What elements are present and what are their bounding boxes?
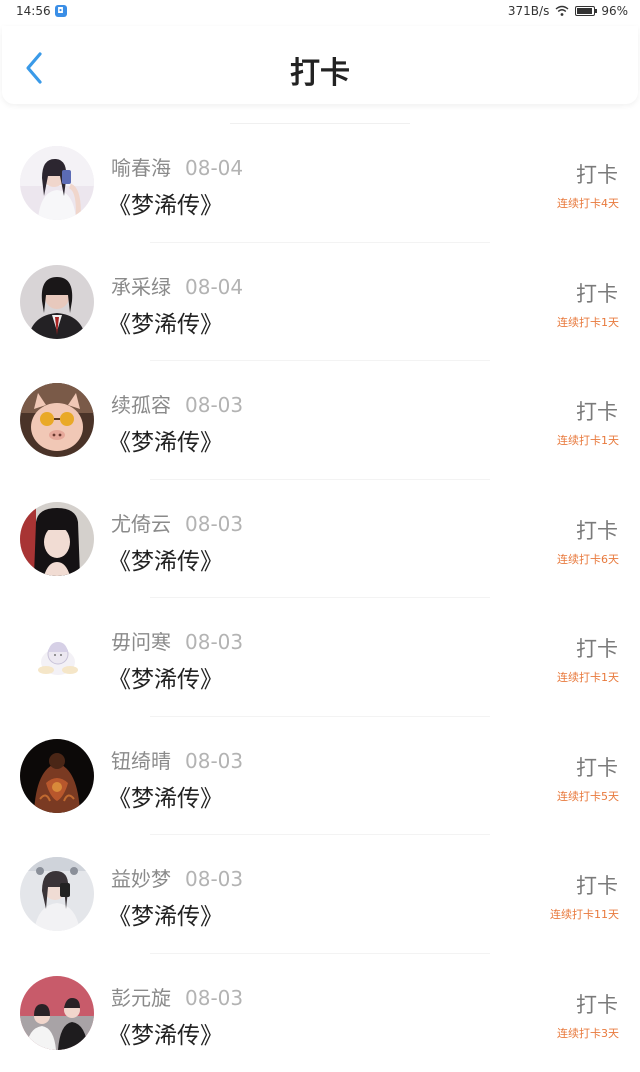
checkin-row[interactable]: 毋问寒 08-03 《梦浠传》 打卡 连续打卡1天 xyxy=(0,598,640,717)
streak-badge: 连续打卡3天 xyxy=(557,1025,619,1041)
avatar[interactable] xyxy=(20,502,94,576)
checkin-date: 08-04 xyxy=(185,275,243,299)
avatar[interactable] xyxy=(20,265,94,339)
status-bar: 14:56 ◘ 371B/s 96% xyxy=(0,0,640,24)
battery-icon xyxy=(575,6,595,16)
checkin-label: 打卡 xyxy=(576,515,618,545)
user-name-line: 益妙梦 08-03 xyxy=(111,863,243,892)
user-name-line: 续孤容 08-03 xyxy=(111,389,243,418)
status-left: 14:56 ◘ xyxy=(16,4,67,18)
book-title: 《梦浠传》 xyxy=(108,1016,223,1050)
avatar[interactable] xyxy=(20,857,94,931)
user-name-line: 承采绿 08-04 xyxy=(111,271,243,300)
user-name: 益妙梦 xyxy=(111,867,171,891)
avatar[interactable] xyxy=(20,620,94,694)
user-name: 尤倚云 xyxy=(111,512,171,536)
book-title: 《梦浠传》 xyxy=(108,779,223,813)
streak-badge: 连续打卡1天 xyxy=(557,669,619,685)
checkin-row[interactable]: 喻春海 08-04 《梦浠传》 打卡 连续打卡4天 xyxy=(0,124,640,243)
checkin-date: 08-03 xyxy=(185,393,243,417)
avatar[interactable] xyxy=(20,976,94,1050)
app-notification-icon: ◘ xyxy=(55,5,67,17)
user-name: 毋问寒 xyxy=(111,630,171,654)
user-name: 承采绿 xyxy=(111,275,171,299)
streak-badge: 连续打卡1天 xyxy=(557,432,619,448)
checkin-date: 08-04 xyxy=(185,156,243,180)
user-name: 续孤容 xyxy=(111,393,171,417)
user-name-line: 尤倚云 08-03 xyxy=(111,508,243,537)
checkin-label: 打卡 xyxy=(576,159,618,189)
book-title: 《梦浠传》 xyxy=(108,897,223,931)
user-name-line: 喻春海 08-04 xyxy=(111,152,243,181)
user-name-line: 钮绮晴 08-03 xyxy=(111,745,243,774)
user-name: 彭元旋 xyxy=(111,986,171,1010)
book-title: 《梦浠传》 xyxy=(108,305,223,339)
checkin-row[interactable]: 续孤容 08-03 《梦浠传》 打卡 连续打卡1天 xyxy=(0,361,640,480)
checkin-date: 08-03 xyxy=(185,512,243,536)
streak-badge: 连续打卡5天 xyxy=(557,788,619,804)
checkin-list: 喻春海 08-04 《梦浠传》 打卡 连续打卡4天 承采绿 08-04 《梦浠传》 … xyxy=(0,124,640,1072)
network-speed: 371B/s xyxy=(508,4,549,18)
streak-badge: 连续打卡4天 xyxy=(557,195,619,211)
checkin-row[interactable]: 尤倚云 08-03 《梦浠传》 打卡 连续打卡6天 xyxy=(0,480,640,599)
book-title: 《梦浠传》 xyxy=(108,186,223,220)
user-name-line: 毋问寒 08-03 xyxy=(111,626,243,655)
checkin-date: 08-03 xyxy=(185,749,243,773)
checkin-row[interactable]: 钮绮晴 08-03 《梦浠传》 打卡 连续打卡5天 xyxy=(0,717,640,836)
user-name: 喻春海 xyxy=(111,156,171,180)
checkin-row[interactable]: 彭元旋 08-03 《梦浠传》 打卡 连续打卡3天 xyxy=(0,954,640,1072)
checkin-label: 打卡 xyxy=(576,989,618,1019)
battery-level: 96% xyxy=(601,4,628,18)
checkin-date: 08-03 xyxy=(185,630,243,654)
page-title: 打卡 xyxy=(2,48,638,92)
checkin-label: 打卡 xyxy=(576,396,618,426)
user-name-line: 彭元旋 08-03 xyxy=(111,982,243,1011)
book-title: 《梦浠传》 xyxy=(108,660,223,694)
checkin-label: 打卡 xyxy=(576,752,618,782)
book-title: 《梦浠传》 xyxy=(108,423,223,457)
checkin-label: 打卡 xyxy=(576,870,618,900)
checkin-row[interactable]: 益妙梦 08-03 《梦浠传》 打卡 连续打卡11天 xyxy=(0,835,640,954)
streak-badge: 连续打卡11天 xyxy=(550,906,619,922)
status-right: 371B/s 96% xyxy=(508,4,628,18)
avatar[interactable] xyxy=(20,146,94,220)
wifi-icon xyxy=(555,5,569,17)
streak-badge: 连续打卡6天 xyxy=(557,551,619,567)
checkin-date: 08-03 xyxy=(185,986,243,1010)
checkin-date: 08-03 xyxy=(185,867,243,891)
header-bar: 打卡 xyxy=(2,26,638,104)
avatar[interactable] xyxy=(20,383,94,457)
streak-badge: 连续打卡1天 xyxy=(557,314,619,330)
checkin-row[interactable]: 承采绿 08-04 《梦浠传》 打卡 连续打卡1天 xyxy=(0,243,640,362)
avatar[interactable] xyxy=(20,739,94,813)
book-title: 《梦浠传》 xyxy=(108,542,223,576)
user-name: 钮绮晴 xyxy=(111,749,171,773)
checkin-label: 打卡 xyxy=(576,278,618,308)
status-time: 14:56 xyxy=(16,4,51,18)
checkin-label: 打卡 xyxy=(576,633,618,663)
